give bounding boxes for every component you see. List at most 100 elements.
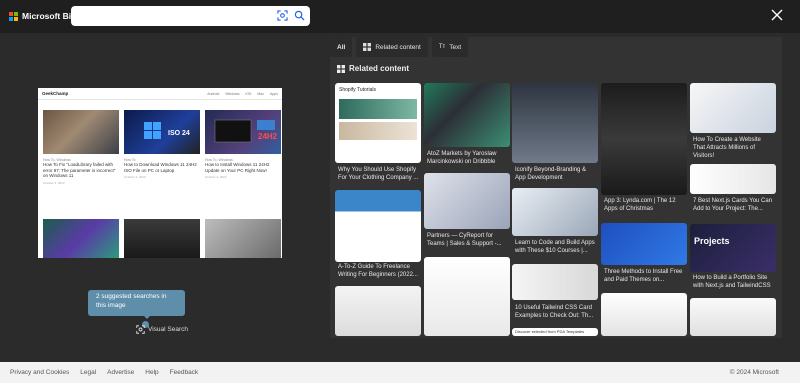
result-thumbnail bbox=[424, 83, 510, 147]
close-icon[interactable] bbox=[770, 8, 784, 22]
related-result-tile[interactable] bbox=[690, 298, 776, 336]
footer-link-legal[interactable]: Legal bbox=[80, 369, 96, 376]
related-result-tile[interactable] bbox=[335, 286, 421, 336]
result-thumbnail bbox=[690, 164, 776, 194]
result-caption: AtoZ Markets by Yaroslaw Marcinkowski on… bbox=[427, 151, 497, 166]
preview-nav-item: iOS bbox=[245, 91, 252, 96]
grid-icon bbox=[337, 64, 345, 73]
preview-card-date: October 3, 2023 bbox=[124, 175, 146, 180]
visual-search-icon[interactable] bbox=[277, 10, 288, 21]
result-thumbnail bbox=[601, 223, 687, 265]
result-caption: Iconify Beyond-Branding & App Developmen… bbox=[515, 167, 587, 182]
preview-site-nav: Android Windows iOS Mac Apps bbox=[207, 92, 278, 96]
preview-card-title: How to Install Windows 11 24H2 Update on… bbox=[205, 162, 270, 173]
thumb-text: Discover selected from PDA Templates bbox=[515, 329, 585, 334]
result-tabs: All Related content Tт Text bbox=[330, 37, 469, 57]
result-caption: Why You Should Use Shopify For Your Clot… bbox=[338, 167, 419, 182]
related-result-tile[interactable]: AtoZ Markets by Yaroslaw Marcinkowski on… bbox=[424, 83, 510, 171]
preview-nav-item: Apps bbox=[270, 91, 278, 96]
result-thumbnail bbox=[601, 293, 687, 336]
preview-image[interactable]: GeekChamp Android Windows iOS Mac Apps H… bbox=[38, 88, 282, 258]
preview-nav-item: Android bbox=[207, 91, 220, 96]
footer-link-feedback[interactable]: Feedback bbox=[170, 369, 199, 376]
related-result-tile[interactable]: Discover selected from PDA Templates bbox=[512, 328, 598, 336]
visual-search-icon bbox=[136, 325, 145, 334]
laptop-graphic: 24H2 bbox=[214, 119, 278, 143]
tab-label: Text bbox=[449, 43, 462, 51]
result-thumbnail bbox=[512, 188, 598, 236]
footer-links: Privacy and Cookies Legal Advertise Help… bbox=[0, 369, 198, 376]
result-thumbnail bbox=[690, 298, 776, 336]
footer-link-help[interactable]: Help bbox=[145, 369, 158, 376]
tab-all[interactable]: All bbox=[330, 37, 353, 57]
related-result-tile[interactable]: How To Create a Website That Attracts Mi… bbox=[690, 83, 776, 160]
footer-link-advertise[interactable]: Advertise bbox=[107, 369, 134, 376]
preview-card: How To, Windows How To Fix "LoadLibrary … bbox=[43, 110, 119, 185]
grid-icon bbox=[363, 43, 372, 51]
tab-related-content[interactable]: Related content bbox=[356, 37, 428, 57]
result-thumbnail bbox=[690, 83, 776, 133]
visual-search-label: Visual Search bbox=[148, 326, 188, 333]
result-caption: 7 Best Next.js Cards You Can Add to Your… bbox=[693, 198, 773, 213]
result-thumbnail bbox=[512, 264, 598, 300]
preview-card: ISO 24 How To How to Download Windows 11… bbox=[124, 110, 200, 179]
preview-card-date: October 2, 2023 bbox=[205, 175, 227, 180]
related-result-tile[interactable]: App 3: Lynda.com | The 12 Apps of Christ… bbox=[601, 83, 687, 219]
related-result-tile[interactable]: Iconify Beyond-Branding & App Developmen… bbox=[512, 83, 598, 185]
result-thumbnail: Shopify Tutorials bbox=[335, 83, 421, 163]
result-caption: A-To-Z Guide To Freelance Writing For Be… bbox=[338, 264, 418, 279]
preview-card-image: ISO 24 bbox=[124, 110, 200, 154]
preview-card-image bbox=[124, 219, 200, 258]
search-box[interactable] bbox=[71, 6, 310, 26]
result-thumbnail bbox=[601, 83, 687, 195]
result-caption: Partners — CyReport for Teams | Sales & … bbox=[427, 233, 502, 248]
tab-label: Related content bbox=[375, 43, 421, 51]
result-thumbnail bbox=[335, 286, 421, 336]
result-thumbnail bbox=[424, 257, 510, 336]
preview-card-image bbox=[43, 219, 119, 258]
result-thumbnail: Discover selected from PDA Templates bbox=[512, 328, 598, 336]
preview-site-header: GeekChamp Android Windows iOS Mac Apps bbox=[38, 88, 282, 100]
related-result-tile[interactable]: Three Methods to Install Free and Paid T… bbox=[601, 223, 687, 289]
related-result-tile[interactable] bbox=[424, 257, 510, 336]
preview-card-title: How To Fix "LoadLibrary failed with erro… bbox=[43, 162, 116, 179]
result-caption: How To Create a Website That Attracts Mi… bbox=[693, 137, 761, 160]
suggested-searches-tooltip[interactable]: 2 suggested searches in this image bbox=[88, 290, 185, 316]
preview-card-image bbox=[43, 110, 119, 154]
result-thumbnail bbox=[424, 173, 510, 229]
tooltip-arrow bbox=[143, 315, 151, 319]
preview-card-date: October 3, 2023 bbox=[43, 180, 65, 185]
preview-card-title: How to Download Windows 11 24H2 ISO File… bbox=[124, 162, 197, 173]
thumb-text: Shopify Tutorials bbox=[339, 87, 376, 93]
related-result-tile[interactable]: Projects How to Build a Portfolio Site w… bbox=[690, 224, 776, 294]
section-title: Related content bbox=[349, 64, 410, 73]
result-caption: App 3: Lynda.com | The 12 Apps of Christ… bbox=[604, 198, 676, 213]
related-result-tile[interactable]: Partners — CyReport for Teams | Sales & … bbox=[424, 173, 510, 253]
top-bar: Microsoft Bing bbox=[0, 0, 800, 33]
related-result-tile[interactable]: 10 Useful Tailwind CSS Card Examples to … bbox=[512, 264, 598, 332]
preview-site-name: GeekChamp bbox=[42, 91, 69, 96]
windows-logo-icon: ISO 24 bbox=[144, 122, 190, 139]
result-thumbnail bbox=[512, 83, 598, 163]
visual-search-button[interactable]: Visual Search bbox=[136, 325, 188, 334]
result-thumbnail: Projects bbox=[690, 224, 776, 272]
preview-card-image: 24H2 bbox=[205, 110, 281, 154]
tab-text[interactable]: Tт Text bbox=[431, 37, 469, 57]
text-icon: Tт bbox=[438, 44, 446, 50]
preview-thumb-text: ISO 24 bbox=[168, 130, 190, 137]
related-result-tile[interactable]: Shopify Tutorials Why You Should Use Sho… bbox=[335, 83, 421, 186]
footer: Privacy and Cookies Legal Advertise Help… bbox=[0, 362, 800, 383]
related-result-tile[interactable]: Learn to Code and Build Apps with These … bbox=[512, 188, 598, 260]
related-result-tile[interactable]: 7 Best Next.js Cards You Can Add to Your… bbox=[690, 164, 776, 220]
preview-thumb-text: 24H2 bbox=[258, 132, 278, 141]
result-caption: Learn to Code and Build Apps with These … bbox=[515, 240, 595, 255]
search-icon[interactable] bbox=[294, 10, 305, 21]
result-caption: Three Methods to Install Free and Paid T… bbox=[604, 269, 683, 284]
thumb-text: Projects bbox=[694, 236, 730, 246]
related-result-tile[interactable] bbox=[601, 293, 687, 336]
preview-card-image bbox=[205, 219, 281, 258]
result-thumbnail bbox=[335, 190, 421, 262]
related-result-tile[interactable]: A-To-Z Guide To Freelance Writing For Be… bbox=[335, 190, 421, 280]
microsoft-logo-icon bbox=[9, 11, 18, 21]
footer-link-privacy[interactable]: Privacy and Cookies bbox=[10, 369, 69, 376]
